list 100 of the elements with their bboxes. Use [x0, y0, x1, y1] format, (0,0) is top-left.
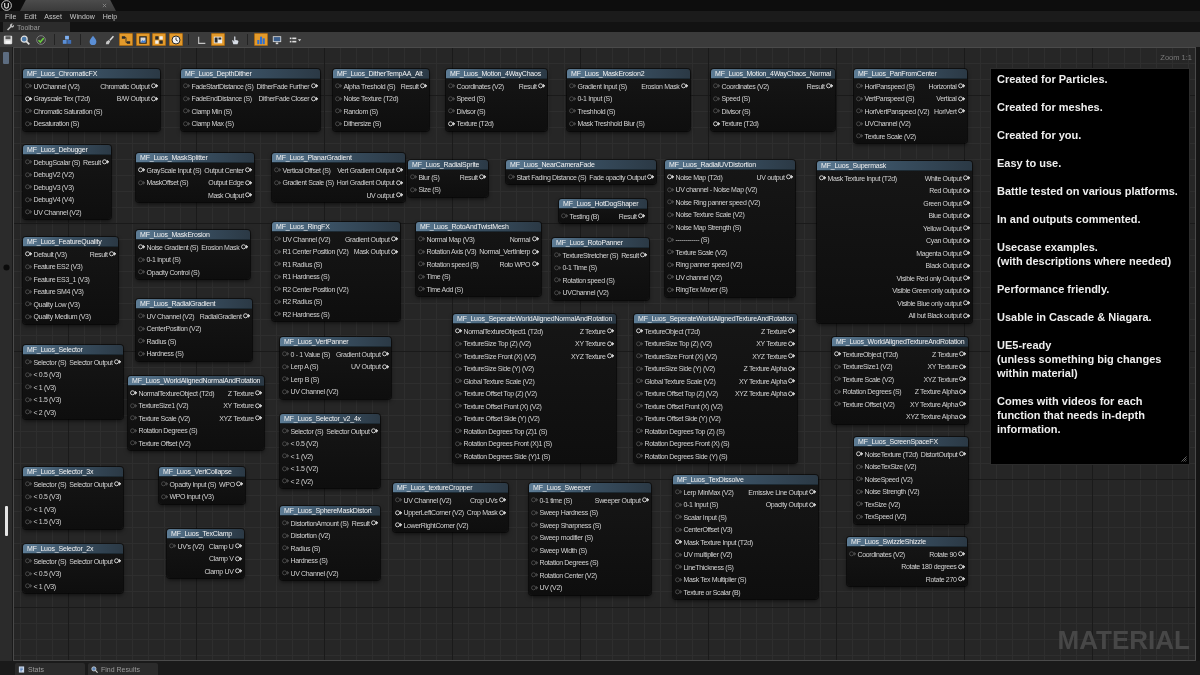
input-pin-icon[interactable]: [455, 340, 462, 347]
input-pin-icon[interactable]: [819, 175, 826, 182]
input-pin-icon[interactable]: [636, 390, 643, 397]
output-pin-icon[interactable]: [788, 353, 796, 360]
output-pin-icon[interactable]: [151, 83, 158, 90]
output-pin-icon[interactable]: [963, 300, 970, 307]
input-pin-icon[interactable]: [834, 401, 841, 408]
input-pin-icon[interactable]: [448, 120, 455, 127]
input-pin-icon[interactable]: [531, 584, 538, 591]
output-pin-icon[interactable]: [788, 340, 796, 347]
panel-handle[interactable]: [3, 52, 9, 64]
input-pin-icon[interactable]: [675, 489, 682, 496]
input-pin-icon[interactable]: [25, 171, 32, 178]
toolbar-button[interactable]: [1, 33, 15, 46]
input-pin-icon[interactable]: [282, 428, 289, 435]
input-pin-icon[interactable]: [138, 256, 145, 263]
input-pin-icon[interactable]: [130, 440, 137, 447]
input-pin-icon[interactable]: [25, 558, 32, 565]
input-pin-icon[interactable]: [282, 520, 289, 527]
input-pin-icon[interactable]: [636, 328, 643, 335]
input-pin-icon[interactable]: [25, 184, 32, 191]
output-pin-icon[interactable]: [963, 262, 970, 269]
output-pin-icon[interactable]: [958, 108, 965, 115]
input-pin-icon[interactable]: [856, 463, 863, 470]
input-pin-icon[interactable]: [130, 390, 137, 397]
output-pin-icon[interactable]: [538, 83, 545, 90]
input-pin-icon[interactable]: [25, 263, 32, 270]
input-pin-icon[interactable]: [25, 371, 32, 378]
output-pin-icon[interactable]: [959, 363, 967, 370]
input-pin-icon[interactable]: [569, 108, 576, 115]
input-pin-icon[interactable]: [410, 174, 417, 181]
output-pin-icon[interactable]: [245, 167, 253, 174]
output-pin-icon[interactable]: [531, 248, 539, 255]
input-pin-icon[interactable]: [856, 501, 863, 508]
resize-grip-icon[interactable]: [1181, 456, 1187, 462]
input-pin-icon[interactable]: [531, 522, 538, 529]
output-pin-icon[interactable]: [788, 378, 796, 385]
input-pin-icon[interactable]: [25, 108, 32, 115]
output-pin-icon[interactable]: [607, 328, 615, 335]
input-pin-icon[interactable]: [667, 236, 674, 243]
input-pin-icon[interactable]: [274, 311, 281, 318]
input-pin-icon[interactable]: [25, 95, 32, 102]
input-pin-icon[interactable]: [161, 481, 168, 488]
output-pin-icon[interactable]: [963, 212, 970, 219]
toolbar-button[interactable]: [152, 33, 166, 46]
input-pin-icon[interactable]: [531, 547, 538, 554]
output-pin-icon[interactable]: [391, 248, 398, 255]
output-pin-icon[interactable]: [786, 174, 793, 181]
input-pin-icon[interactable]: [335, 120, 342, 127]
input-pin-icon[interactable]: [675, 539, 682, 546]
input-pin-icon[interactable]: [183, 120, 190, 127]
input-pin-icon[interactable]: [282, 351, 289, 358]
input-pin-icon[interactable]: [455, 428, 462, 435]
input-pin-icon[interactable]: [183, 83, 190, 90]
output-pin-icon[interactable]: [963, 287, 970, 294]
output-pin-icon[interactable]: [809, 489, 816, 496]
input-pin-icon[interactable]: [395, 497, 402, 504]
input-pin-icon[interactable]: [675, 589, 682, 596]
input-pin-icon[interactable]: [713, 95, 720, 102]
input-pin-icon[interactable]: [455, 378, 462, 385]
input-pin-icon[interactable]: [856, 108, 863, 115]
output-pin-icon[interactable]: [391, 236, 398, 243]
input-pin-icon[interactable]: [636, 378, 643, 385]
toolbar-button[interactable]: [270, 33, 284, 46]
output-pin-icon[interactable]: [102, 159, 110, 166]
input-pin-icon[interactable]: [274, 286, 281, 293]
output-pin-icon[interactable]: [607, 353, 615, 360]
input-pin-icon[interactable]: [856, 451, 863, 458]
input-pin-icon[interactable]: [161, 493, 168, 500]
output-pin-icon[interactable]: [235, 555, 242, 562]
input-pin-icon[interactable]: [675, 526, 682, 533]
input-pin-icon[interactable]: [856, 95, 863, 102]
output-pin-icon[interactable]: [958, 563, 965, 570]
output-pin-icon[interactable]: [109, 251, 116, 258]
input-pin-icon[interactable]: [25, 120, 32, 127]
input-pin-icon[interactable]: [531, 572, 538, 579]
output-pin-icon[interactable]: [395, 179, 403, 186]
input-pin-icon[interactable]: [455, 440, 462, 447]
output-pin-icon[interactable]: [310, 83, 318, 90]
input-pin-icon[interactable]: [856, 488, 863, 495]
output-pin-icon[interactable]: [963, 250, 970, 257]
output-pin-icon[interactable]: [788, 328, 796, 335]
scrollbar-thumb[interactable]: [4, 506, 8, 536]
input-pin-icon[interactable]: [183, 108, 190, 115]
output-pin-icon[interactable]: [963, 237, 970, 244]
output-pin-icon[interactable]: [647, 174, 655, 181]
input-pin-icon[interactable]: [282, 363, 289, 370]
input-pin-icon[interactable]: [455, 453, 462, 460]
input-pin-icon[interactable]: [856, 120, 863, 127]
input-pin-icon[interactable]: [274, 179, 281, 186]
output-pin-icon[interactable]: [963, 225, 970, 232]
input-pin-icon[interactable]: [636, 453, 643, 460]
input-pin-icon[interactable]: [138, 179, 145, 186]
output-pin-icon[interactable]: [255, 402, 263, 409]
output-pin-icon[interactable]: [958, 551, 965, 558]
input-pin-icon[interactable]: [636, 428, 643, 435]
output-pin-icon[interactable]: [963, 175, 970, 182]
output-pin-icon[interactable]: [963, 312, 970, 319]
input-pin-icon[interactable]: [169, 543, 176, 550]
input-pin-icon[interactable]: [282, 532, 289, 539]
